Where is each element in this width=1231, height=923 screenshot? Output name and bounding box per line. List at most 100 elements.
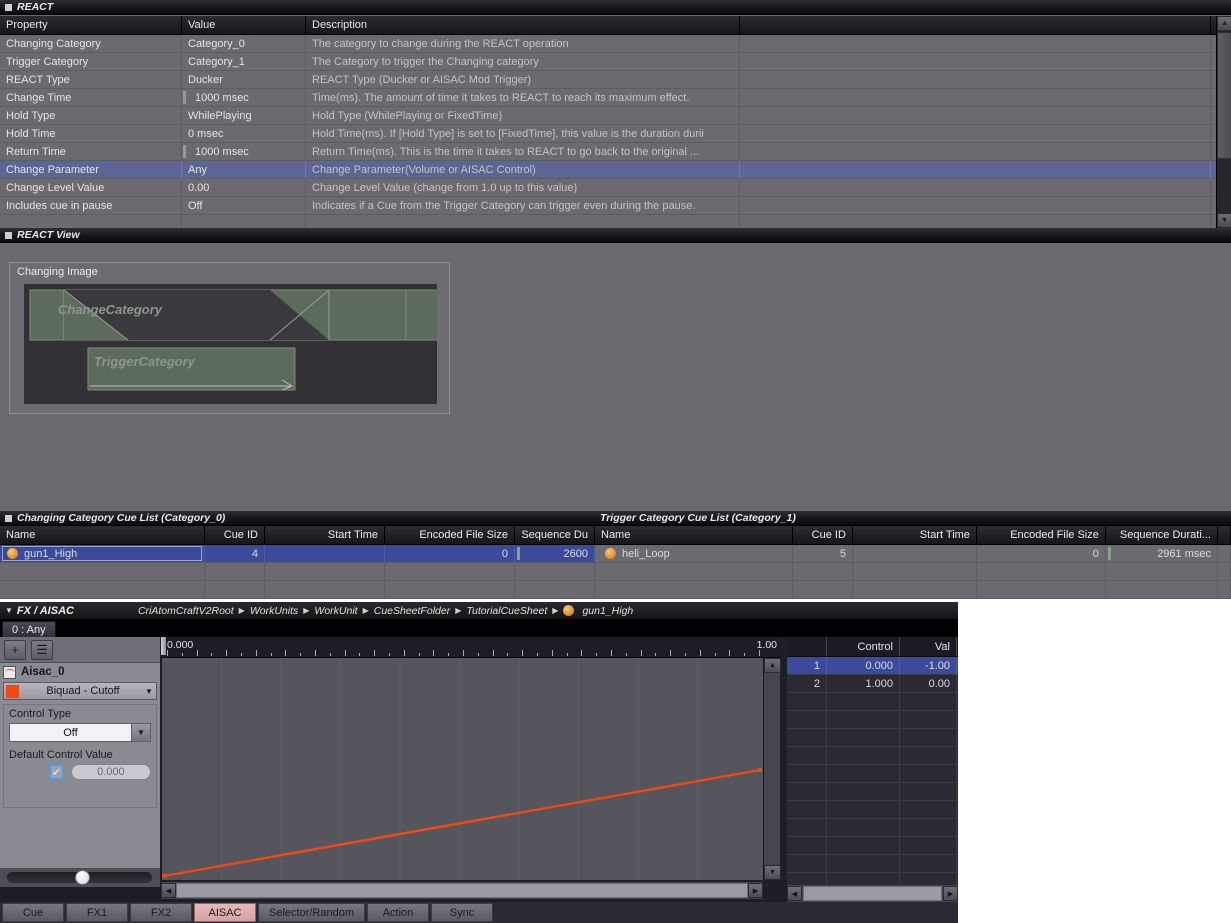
point-value[interactable]: 0.00 <box>900 675 957 692</box>
point-table-scroll-thumb[interactable] <box>803 886 942 901</box>
point-row-empty[interactable] <box>787 765 958 783</box>
col-value[interactable]: Val <box>900 637 957 656</box>
graph-vertical-scrollbar[interactable]: ▲ ▼ <box>763 658 781 880</box>
col-start-time[interactable]: Start Time <box>853 526 977 544</box>
aisac-list-button[interactable]: ☰ <box>31 639 53 660</box>
col-name[interactable]: Name <box>595 526 794 544</box>
breadcrumb-item[interactable]: TutorialCueSheet <box>466 605 547 617</box>
breadcrumb-item[interactable]: CriAtomCraftV2Root <box>138 605 234 617</box>
property-value-cell[interactable]: 0 msec <box>182 125 306 142</box>
scroll-up-icon[interactable]: ▲ <box>1217 16 1231 31</box>
hscroll-thumb[interactable] <box>176 883 748 898</box>
col-control[interactable]: Control <box>827 637 900 656</box>
tab-aisac-0-any[interactable]: 0 : Any <box>2 621 56 637</box>
property-row[interactable]: Return Time 1000 msec Return Time(ms). Thi… <box>0 143 1231 161</box>
property-value-cell[interactable]: WhilePlaying <box>182 107 306 124</box>
scroll-right-icon[interactable]: ▶ <box>748 883 763 898</box>
point-row-empty[interactable] <box>787 837 958 855</box>
tab-fx1[interactable]: FX1 <box>66 903 128 922</box>
col-name[interactable]: Name <box>0 526 205 544</box>
aisac-control-slider[interactable] <box>7 870 152 885</box>
default-control-value-field[interactable]: 0.000 <box>70 764 151 780</box>
scroll-up-icon[interactable]: ▲ <box>764 658 781 673</box>
tab-aisac[interactable]: AISAC <box>194 903 256 922</box>
point-row-empty[interactable] <box>787 819 958 837</box>
breadcrumb-item[interactable]: WorkUnit <box>314 605 357 617</box>
point-value[interactable]: -1.00 <box>900 657 957 674</box>
chevron-down-icon[interactable]: ▼ <box>5 606 13 615</box>
table-row-empty[interactable] <box>0 563 595 581</box>
point-row-empty[interactable] <box>787 729 958 747</box>
scroll-left-icon[interactable]: ◀ <box>161 883 176 898</box>
tab-cue[interactable]: Cue <box>2 903 64 922</box>
point-table-hscrollbar[interactable]: ◀ ▶ <box>787 885 958 902</box>
breadcrumb-item[interactable]: gun1_High <box>582 605 633 617</box>
scroll-right-icon[interactable]: ▶ <box>943 886 958 901</box>
point-control-value[interactable]: 1.000 <box>827 675 900 692</box>
col-sequence-duration[interactable]: Sequence Du <box>515 526 595 544</box>
table-row-empty[interactable] <box>595 581 1231 599</box>
point-control-value[interactable]: 0.000 <box>827 657 900 674</box>
panel-collapse-icon[interactable] <box>5 3 12 11</box>
property-value-cell[interactable]: 1000 msec <box>182 89 306 106</box>
tab-selector-random[interactable]: Selector/Random <box>258 903 365 922</box>
property-row[interactable]: Hold Time 0 msec Hold Time(ms). If [Hold T… <box>0 125 1231 143</box>
property-value-cell[interactable]: Ducker <box>182 71 306 88</box>
col-sequence-duration[interactable]: Sequence Durati... <box>1106 526 1218 544</box>
column-header-description[interactable]: Description <box>306 16 740 34</box>
property-row[interactable]: Changing Category Category_0 The category … <box>0 35 1231 53</box>
breadcrumb-item[interactable]: WorkUnits <box>250 605 298 617</box>
table-row-empty[interactable] <box>595 563 1231 581</box>
tab-sync[interactable]: Sync <box>431 903 493 922</box>
property-value-cell[interactable]: Off <box>182 197 306 214</box>
point-row[interactable]: 2 1.000 0.00 <box>787 675 958 693</box>
property-row-partial[interactable] <box>0 215 1231 228</box>
property-row[interactable]: Hold Type WhilePlaying Hold Type (WhilePla… <box>0 107 1231 125</box>
table-row[interactable]: heli_Loop 5 0 2961 msec <box>595 545 1231 563</box>
chevron-down-icon[interactable]: ▼ <box>131 724 150 741</box>
property-grid-scrollbar[interactable]: ▲ ▼ <box>1216 16 1231 228</box>
col-extra[interactable] <box>1218 526 1231 544</box>
point-row[interactable]: 1 0.000 -1.00 <box>787 657 958 675</box>
aisac-graph-plot[interactable] <box>161 658 780 880</box>
property-row[interactable]: Trigger Category Category_1 The Category t… <box>0 53 1231 71</box>
column-header-extra[interactable] <box>740 16 1211 34</box>
point-row-empty[interactable] <box>787 693 958 711</box>
property-value-cell[interactable]: 1000 msec <box>182 143 306 160</box>
scroll-left-icon[interactable]: ◀ <box>787 886 802 901</box>
col-encoded-file-size[interactable]: Encoded File Size <box>977 526 1106 544</box>
default-control-value-checkbox[interactable]: ✔ <box>49 764 64 780</box>
column-header-value[interactable]: Value <box>182 16 306 34</box>
property-row[interactable]: Change Parameter Any Change Parameter(Volu… <box>0 161 1231 179</box>
point-row-empty[interactable] <box>787 855 958 873</box>
graph-horizontal-scrollbar[interactable]: ◀ ▶ <box>161 882 763 899</box>
point-row-empty[interactable] <box>787 783 958 801</box>
ruler-handle[interactable] <box>161 637 166 655</box>
point-row-empty[interactable] <box>787 711 958 729</box>
col-cue-id[interactable]: Cue ID <box>205 526 265 544</box>
add-aisac-button[interactable]: + <box>4 639 26 660</box>
point-row-empty[interactable] <box>787 801 958 819</box>
table-row-empty[interactable] <box>0 581 595 599</box>
aisac-target-dropdown[interactable]: Biquad - Cutoff ▼ <box>3 682 157 700</box>
panel-collapse-icon[interactable] <box>5 514 12 522</box>
aisac-name-row[interactable]: Aisac_0 <box>0 663 160 681</box>
cue-name-cell[interactable]: gun1_High <box>2 546 202 561</box>
col-start-time[interactable]: Start Time <box>265 526 385 544</box>
column-header-property[interactable]: Property <box>0 16 182 34</box>
chevron-down-icon[interactable]: ▼ <box>142 687 156 696</box>
panel-collapse-icon[interactable] <box>5 231 12 239</box>
tab-fx2[interactable]: FX2 <box>130 903 192 922</box>
aisac-graph-ruler[interactable]: 0.000 1.00 <box>161 637 780 658</box>
property-value-cell[interactable]: 0.00 <box>182 179 306 196</box>
slider-knob[interactable] <box>75 870 90 885</box>
col-cue-id[interactable]: Cue ID <box>793 526 853 544</box>
col-index[interactable] <box>787 637 827 656</box>
control-type-dropdown[interactable]: Off ▼ <box>9 723 151 742</box>
scrollbar-thumb[interactable] <box>1217 32 1231 159</box>
property-value-cell[interactable]: Category_1 <box>182 53 306 70</box>
property-value-cell[interactable]: Category_0 <box>182 35 306 52</box>
property-value-cell[interactable]: Any <box>182 161 306 178</box>
point-row-empty[interactable] <box>787 747 958 765</box>
scroll-down-icon[interactable]: ▼ <box>764 865 781 880</box>
